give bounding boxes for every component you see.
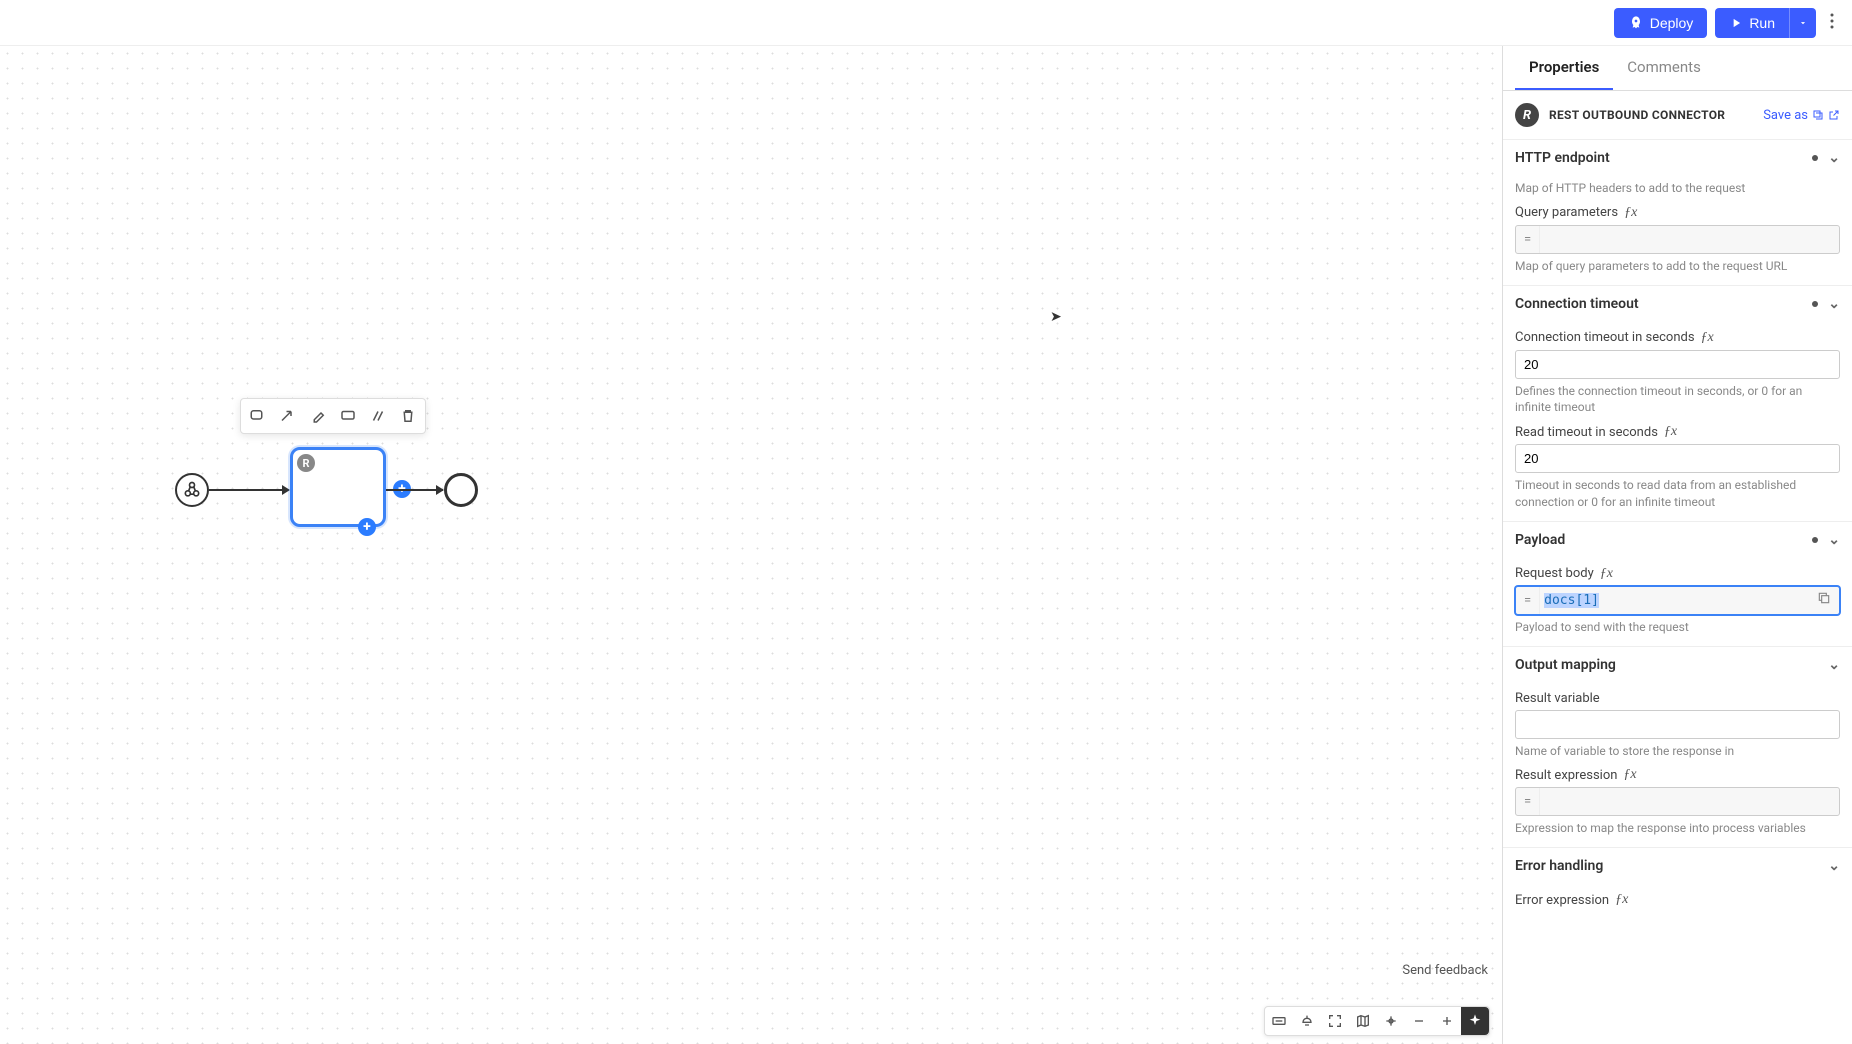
change-type-tool[interactable]	[245, 403, 271, 429]
chevron-down-icon: ⌄	[1828, 532, 1840, 548]
connect-tool[interactable]	[275, 403, 301, 429]
cursor-icon: ➤	[1050, 309, 1062, 325]
run-label: Run	[1749, 15, 1775, 31]
request-body-label: Request body ƒx	[1515, 566, 1840, 582]
rest-badge-icon: R	[297, 454, 315, 472]
external-link-icon	[1828, 109, 1840, 121]
connection-timeout-label: Connection timeout in seconds ƒx	[1515, 330, 1840, 346]
webhook-icon	[182, 480, 202, 500]
fullscreen-button[interactable]	[1321, 1007, 1349, 1035]
connection-timeout-input[interactable]	[1515, 350, 1840, 379]
feedback-button[interactable]	[1293, 1007, 1321, 1035]
tab-properties[interactable]: Properties	[1515, 46, 1613, 90]
section-output-mapping[interactable]: Output mapping ⌄	[1503, 646, 1852, 683]
ai-assist-button[interactable]	[1461, 1007, 1489, 1035]
request-body-helper: Payload to send with the request	[1515, 619, 1840, 636]
error-expression-label: Error expression ƒx	[1515, 892, 1840, 908]
run-button-group: Run	[1715, 8, 1816, 38]
result-expression-label: Result expression ƒx	[1515, 767, 1840, 783]
save-as-label: Save as	[1763, 108, 1808, 123]
read-timeout-input[interactable]	[1515, 444, 1840, 473]
result-variable-helper: Name of variable to store the response i…	[1515, 743, 1840, 760]
play-icon	[1729, 16, 1743, 30]
kebab-icon	[1830, 13, 1834, 29]
fx-icon: ƒx	[1701, 330, 1714, 346]
chevron-down-icon: ⌄	[1828, 296, 1840, 312]
connection-timeout-title: Connection timeout	[1515, 296, 1639, 312]
error-handling-title: Error handling	[1515, 858, 1603, 874]
details-vertical-tab[interactable]: Details	[1502, 376, 1505, 425]
read-timeout-helper: Timeout in seconds to read data from an …	[1515, 477, 1840, 511]
rocket-icon	[1628, 15, 1644, 31]
keyboard-shortcuts-button[interactable]	[1265, 1007, 1293, 1035]
more-menu-button[interactable]	[1824, 7, 1840, 39]
section-connection-timeout[interactable]: Connection timeout ⌄	[1503, 285, 1852, 322]
fx-icon: ƒx	[1615, 892, 1628, 908]
annotation-tool[interactable]	[335, 403, 361, 429]
fx-icon: ƒx	[1623, 767, 1636, 783]
chevron-down-icon: ⌄	[1828, 657, 1840, 673]
connection-timeout-helper: Defines the connection timeout in second…	[1515, 383, 1840, 417]
rest-connector-task-node[interactable]: R	[290, 447, 386, 527]
query-params-helper: Map of query parameters to add to the re…	[1515, 258, 1840, 275]
run-button[interactable]: Run	[1715, 8, 1789, 38]
result-expression-input[interactable]: =	[1515, 787, 1840, 816]
read-timeout-label: Read timeout in seconds ƒx	[1515, 424, 1840, 440]
top-toolbar: Deploy Run	[0, 0, 1852, 46]
zoom-out-button[interactable]	[1405, 1007, 1433, 1035]
section-payload[interactable]: Payload ⌄	[1503, 521, 1852, 558]
tab-comments[interactable]: Comments	[1613, 46, 1715, 90]
http-endpoint-title: HTTP endpoint	[1515, 150, 1610, 166]
run-dropdown-button[interactable]	[1789, 8, 1816, 38]
query-params-input[interactable]: =	[1515, 225, 1840, 254]
connector-title: REST OUTBOUND CONNECTOR	[1549, 108, 1753, 122]
headers-helper-text: Map of HTTP headers to add to the reques…	[1515, 180, 1840, 197]
expand-editor-icon[interactable]	[1809, 587, 1839, 613]
node-context-toolbar	[240, 398, 426, 434]
query-params-label: Query parameters ƒx	[1515, 205, 1840, 221]
save-as-link[interactable]: Save as	[1763, 108, 1840, 123]
fx-icon: ƒx	[1600, 566, 1613, 582]
section-http-endpoint[interactable]: HTTP endpoint ⌄	[1503, 139, 1852, 176]
panel-tabs: Properties Comments	[1503, 46, 1852, 91]
color-tool[interactable]	[305, 403, 331, 429]
result-expression-helper: Expression to map the response into proc…	[1515, 820, 1840, 837]
fx-icon: ƒx	[1624, 205, 1637, 221]
result-variable-input[interactable]	[1515, 710, 1840, 739]
deploy-label: Deploy	[1650, 15, 1694, 31]
section-error-handling[interactable]: Error handling ⌄	[1503, 847, 1852, 884]
payload-title: Payload	[1515, 532, 1565, 548]
send-feedback-link[interactable]: Send feedback	[1402, 963, 1488, 978]
canvas-controls	[1264, 1006, 1490, 1036]
request-body-input[interactable]: = docs[1]	[1515, 586, 1840, 615]
zoom-in-button[interactable]	[1433, 1007, 1461, 1035]
chevron-down-icon: ⌄	[1828, 858, 1840, 874]
template-icon	[1812, 109, 1824, 121]
section-indicator-dot	[1812, 537, 1818, 543]
end-event-node[interactable]	[444, 473, 478, 507]
append-node-bottom[interactable]: +	[358, 518, 376, 536]
sequence-flow-1[interactable]	[209, 489, 289, 491]
output-mapping-title: Output mapping	[1515, 657, 1616, 673]
fx-icon: ƒx	[1664, 424, 1677, 440]
result-variable-label: Result variable	[1515, 691, 1840, 706]
properties-panel: Details Properties Comments R REST OUTBO…	[1502, 46, 1852, 1044]
diagram-canvas[interactable]: ➤ R + + Send feedback	[0, 46, 1502, 1044]
minimap-button[interactable]	[1349, 1007, 1377, 1035]
chevron-down-icon	[1798, 18, 1808, 28]
rest-connector-icon: R	[1515, 103, 1539, 127]
reset-viewport-button[interactable]	[1377, 1007, 1405, 1035]
sequence-flow-2[interactable]	[386, 489, 443, 491]
section-indicator-dot	[1812, 301, 1818, 307]
section-indicator-dot	[1812, 155, 1818, 161]
deploy-button[interactable]: Deploy	[1614, 8, 1708, 38]
start-event-node[interactable]	[175, 473, 209, 507]
request-body-value: docs[1]	[1544, 593, 1599, 608]
panel-header: R REST OUTBOUND CONNECTOR Save as	[1503, 91, 1852, 139]
chevron-down-icon: ⌄	[1828, 150, 1840, 166]
delete-tool[interactable]	[395, 403, 421, 429]
link-tool[interactable]	[365, 403, 391, 429]
